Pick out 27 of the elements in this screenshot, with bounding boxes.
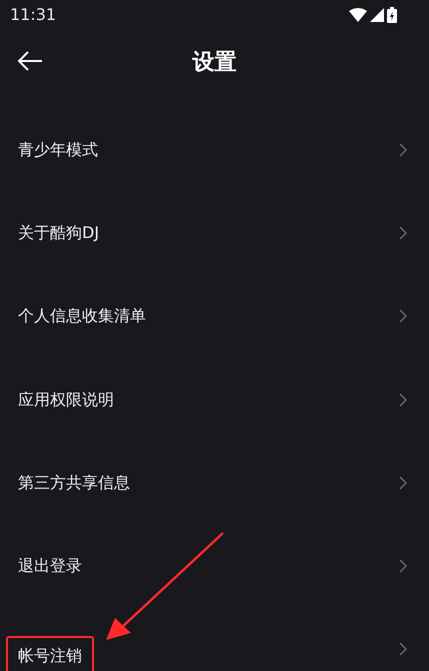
item-label: 青少年模式 — [18, 138, 98, 161]
settings-item[interactable]: 关于酷狗DJ — [0, 191, 429, 275]
settings-item[interactable]: 个人信息收集清单 — [0, 274, 429, 358]
item-label: 关于酷狗DJ — [18, 222, 100, 244]
chevron-icon — [399, 142, 407, 157]
settings-item[interactable]: 退出登录 — [0, 524, 429, 608]
chevron-icon — [399, 226, 407, 240]
page-title: 设置 — [192, 48, 236, 76]
back-button[interactable] — [16, 49, 44, 73]
signal-icon — [370, 8, 384, 22]
chevron-icon — [399, 642, 407, 656]
item-label: 个人信息收集清单 — [18, 305, 146, 328]
settings-item[interactable]: 青少年模式 — [0, 108, 429, 192]
chevron-icon — [399, 309, 407, 324]
item-label: 退出登录 — [18, 555, 82, 578]
chevron-icon — [399, 476, 407, 490]
settings-item[interactable]: 第三方共享信息 — [0, 441, 429, 524]
wifi-icon — [349, 8, 367, 22]
item-label: 应用权限说明 — [18, 388, 114, 411]
chevron-icon — [399, 559, 407, 574]
battery-icon — [387, 7, 397, 23]
chevron-icon — [399, 392, 407, 407]
settings-item[interactable]: 应用权限说明 — [0, 358, 429, 442]
back-arrow-icon — [17, 51, 43, 71]
status-time: 11:31 — [10, 4, 56, 26]
item-label: 帐号注销 — [18, 646, 82, 666]
item-label: 第三方共享信息 — [18, 472, 130, 494]
